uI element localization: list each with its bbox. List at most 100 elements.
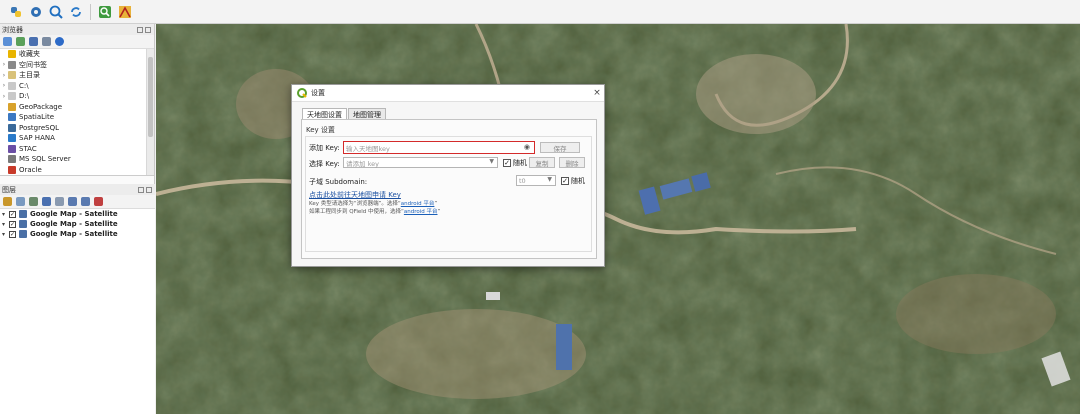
left-dock: 浏览器 收藏夹 › 空间书签 › 主目录 › C:\ › D:\ GeoPackage Spatia…	[0, 24, 155, 414]
select-key-placeholder: 请添加 key	[346, 159, 379, 168]
browser-item[interactable]: STAC	[0, 144, 154, 155]
plugin-icon[interactable]	[97, 4, 113, 20]
raster-layer-icon	[19, 220, 27, 228]
browser-scrollbar[interactable]	[146, 49, 154, 175]
expand-arrow-icon[interactable]: ›	[0, 82, 8, 89]
layer-name: Google Map - Satellite	[30, 230, 118, 238]
filter-legend-icon[interactable]	[42, 197, 51, 206]
expand-arrow-icon[interactable]: ›	[0, 61, 8, 68]
subdomain-select[interactable]: t0 ▼	[516, 175, 556, 186]
browser-title: 浏览器	[2, 25, 23, 34]
drive-icon	[8, 81, 16, 90]
remove-layer-icon[interactable]	[94, 197, 103, 206]
gear-icon[interactable]	[28, 4, 44, 20]
chevron-down-icon: ▼	[547, 176, 552, 183]
note2-suffix: ”	[437, 209, 441, 215]
browser-item[interactable]: SpatiaLite	[0, 112, 154, 123]
float-panel-icon[interactable]	[137, 26, 143, 33]
random-subdomain-label: 随机	[571, 177, 585, 185]
qfield-note: 如果工程同步到 QField 中使用，选择“android 平台”	[309, 207, 440, 215]
bookmark-icon	[8, 60, 16, 69]
info-icon[interactable]	[55, 37, 64, 46]
stac-icon	[8, 144, 16, 153]
subdomain-value: t0	[519, 176, 526, 185]
eye-icon[interactable]	[29, 197, 38, 206]
collapse-all-icon[interactable]	[42, 37, 51, 46]
filter-icon[interactable]	[29, 37, 38, 46]
layers-panel-title: 图层	[0, 184, 155, 195]
layers-title: 图层	[2, 185, 16, 194]
browser-item[interactable]: MS SQL Server	[0, 154, 154, 165]
browser-item-label: Oracle	[19, 165, 42, 174]
browser-item-label: STAC	[19, 144, 37, 153]
refresh-icon[interactable]	[68, 4, 84, 20]
delete-button[interactable]: 删除	[559, 157, 585, 168]
browser-item[interactable]: › D:\	[0, 91, 154, 102]
dialog-title: 设置	[311, 89, 325, 97]
browser-item-label: 收藏夹	[19, 50, 40, 59]
raster-layer-icon	[19, 210, 27, 218]
style-icon[interactable]	[3, 197, 12, 206]
copy-button[interactable]: 复制	[529, 157, 555, 168]
python-icon[interactable]	[8, 4, 24, 20]
close-panel-icon[interactable]	[146, 186, 152, 193]
browser-item-label: D:\	[19, 92, 30, 101]
add-group-icon[interactable]	[16, 197, 25, 206]
add-key-input[interactable]: 输入天地图key ◉	[343, 141, 535, 154]
browser-item[interactable]: WMS/WMTS	[0, 175, 154, 176]
mssql-icon	[8, 155, 16, 164]
select-key-label: 选择 Key:	[309, 160, 340, 168]
dialog-titlebar: 设置 ×	[292, 85, 604, 102]
browser-panel-title: 浏览器	[0, 24, 154, 35]
collapse-all-icon[interactable]	[81, 197, 90, 206]
browser-item[interactable]: 收藏夹	[0, 49, 154, 60]
tianditu-icon[interactable]	[117, 4, 133, 20]
expand-arrow-icon[interactable]: ›	[0, 93, 8, 100]
qgis-logo-icon	[297, 88, 307, 98]
refresh-browser-icon[interactable]	[16, 37, 25, 46]
browser-item[interactable]: SAP HANA	[0, 133, 154, 144]
browser-item[interactable]: › 空间书签	[0, 60, 154, 71]
spatialite-icon	[8, 113, 16, 122]
layer-name: Google Map - Satellite	[30, 210, 118, 218]
random-subdomain-checkbox[interactable]: ✓ 随机	[561, 176, 585, 186]
note2-link[interactable]: android 平台	[404, 209, 438, 215]
layer-visibility-checkbox[interactable]: ✓	[9, 220, 16, 228]
browser-item[interactable]: › C:\	[0, 81, 154, 92]
browser-item[interactable]: PostgreSQL	[0, 123, 154, 134]
layer-tree: ▾ ✓ Google Map - Satellite ▾ ✓ Google Map - S…	[0, 209, 155, 414]
checkbox-box[interactable]: ✓	[503, 159, 511, 167]
geopackage-icon	[8, 102, 16, 111]
browser-item[interactable]: GeoPackage	[0, 102, 154, 113]
browser-item[interactable]: › 主目录	[0, 70, 154, 81]
close-panel-icon[interactable]	[145, 26, 151, 33]
float-panel-icon[interactable]	[138, 186, 144, 193]
layer-item[interactable]: ▾ ✓ Google Map - Satellite	[0, 219, 155, 229]
close-icon[interactable]: ×	[590, 88, 604, 98]
layer-item[interactable]: ▾ ✓ Google Map - Satellite	[0, 209, 155, 219]
save-button[interactable]: 保存	[540, 142, 580, 153]
add-layer-icon[interactable]	[3, 37, 12, 46]
select-key-dropdown[interactable]: 请添加 key ▼	[343, 157, 498, 168]
layers-toolbar	[0, 195, 155, 209]
expand-all-icon[interactable]	[68, 197, 77, 206]
layer-visibility-checkbox[interactable]: ✓	[9, 210, 16, 218]
folder-icon	[8, 71, 16, 80]
browser-item[interactable]: Oracle	[0, 165, 154, 176]
expand-arrow-icon[interactable]: ▾	[2, 221, 9, 228]
settings-dialog: 设置 × 天地图设置 地图管理 Key 设置 添加 Key: 输入天地图key …	[291, 84, 605, 267]
expand-arrow-icon[interactable]: ▾	[2, 231, 9, 238]
browser-item-label: GeoPackage	[19, 102, 63, 111]
checkbox-box[interactable]: ✓	[561, 177, 569, 185]
layer-visibility-checkbox[interactable]: ✓	[9, 230, 16, 238]
expression-filter-icon[interactable]	[55, 197, 64, 206]
expand-arrow-icon[interactable]: ▾	[2, 211, 9, 218]
globe-icon[interactable]	[48, 4, 64, 20]
browser-item-label: PostgreSQL	[19, 123, 59, 132]
main-toolbar	[0, 0, 1080, 24]
layer-item[interactable]: ▾ ✓ Google Map - Satellite	[0, 229, 155, 239]
eye-icon[interactable]: ◉	[524, 143, 530, 151]
browser-item-label: 主目录	[19, 71, 40, 80]
expand-arrow-icon[interactable]: ›	[0, 72, 8, 79]
random-key-checkbox[interactable]: ✓ 随机	[503, 158, 527, 168]
